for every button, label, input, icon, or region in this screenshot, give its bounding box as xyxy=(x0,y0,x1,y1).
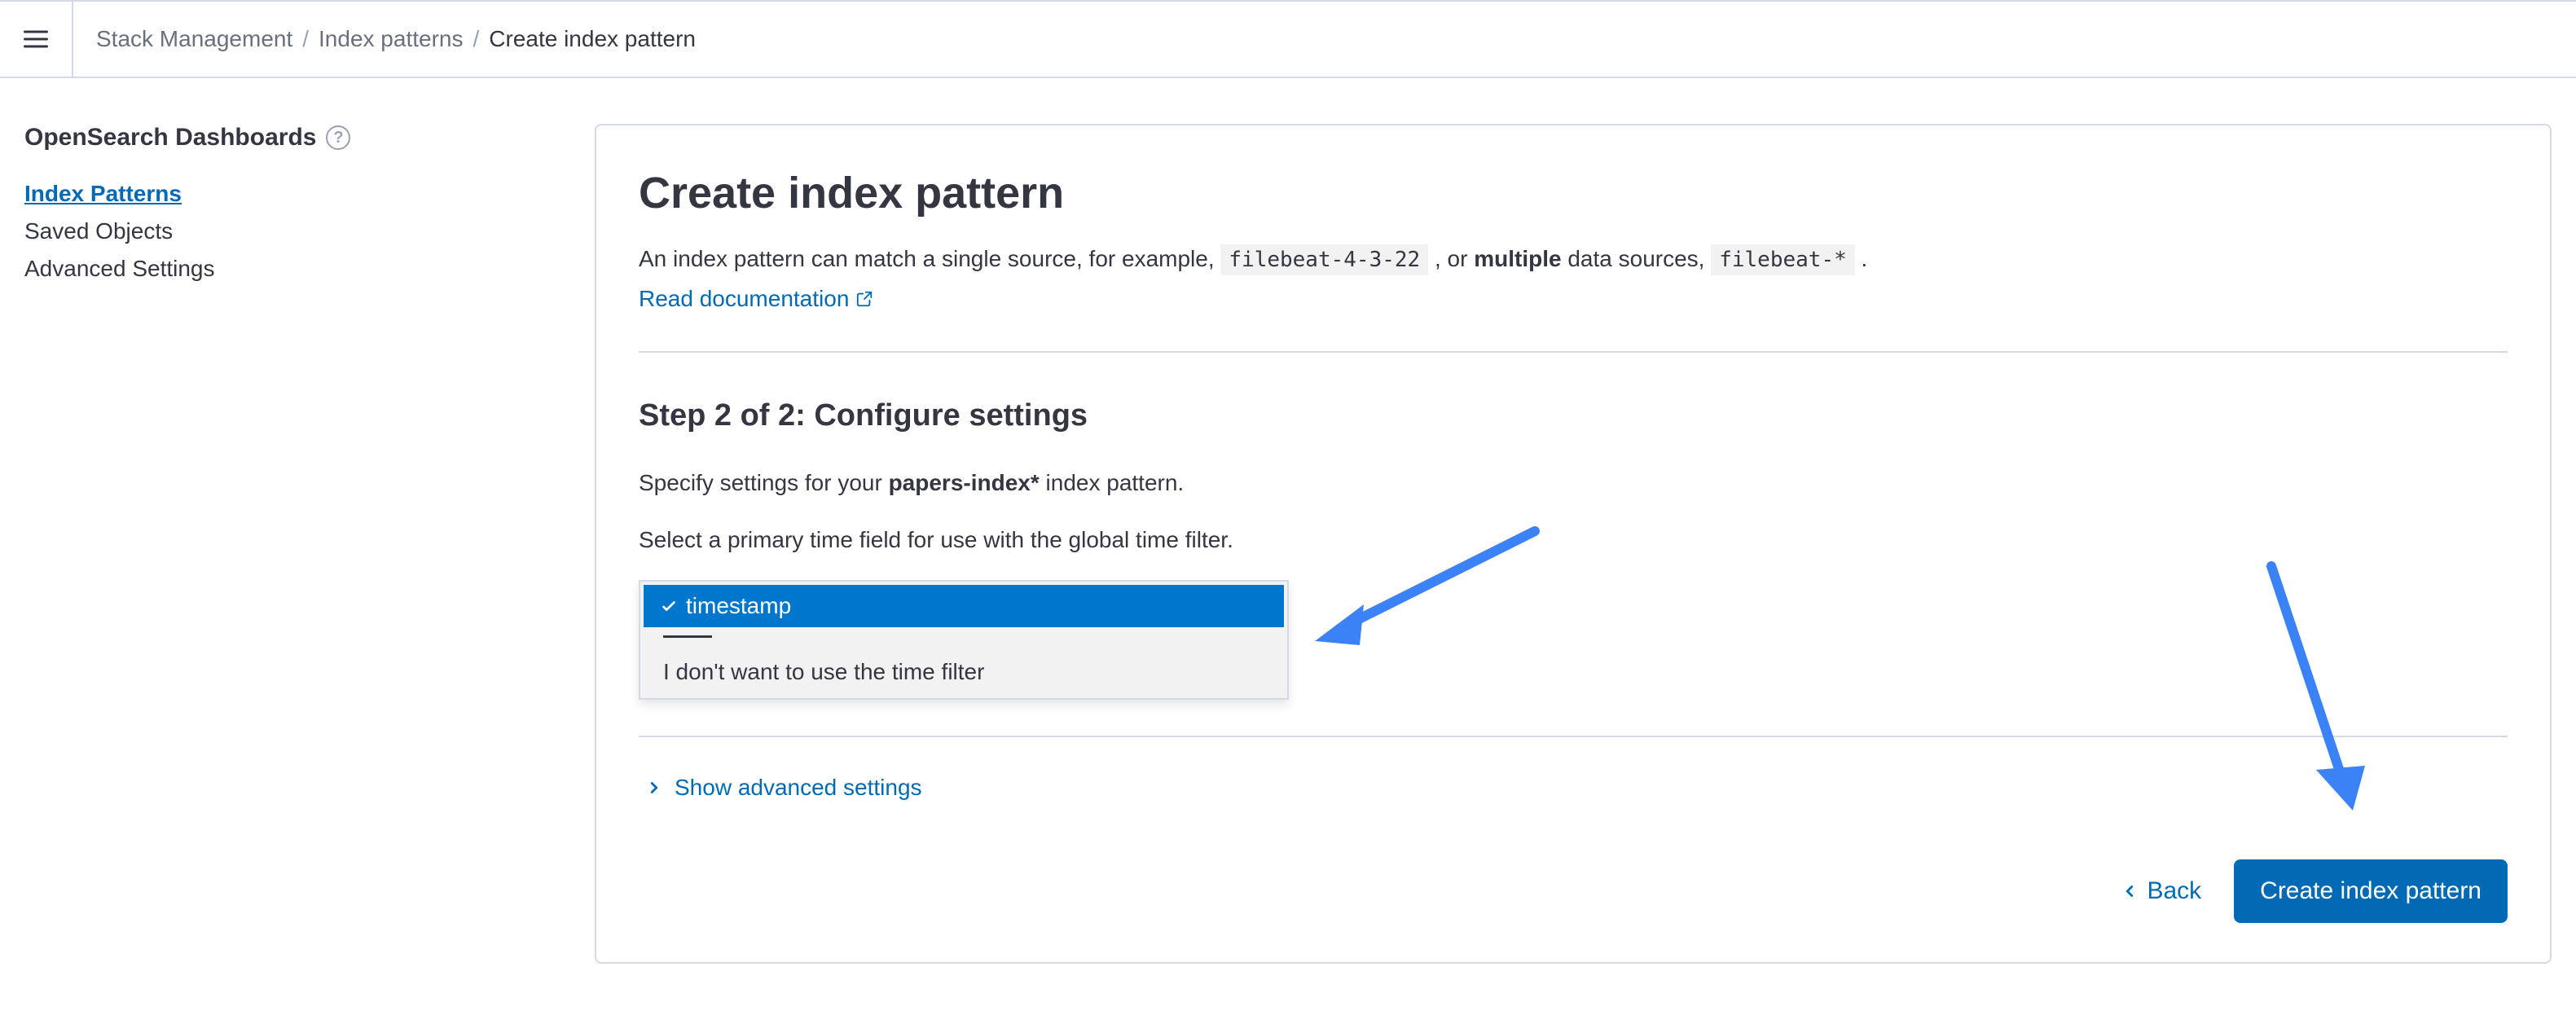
dropdown-option-timestamp[interactable]: timestamp xyxy=(644,585,1284,627)
text: Specify settings for your xyxy=(639,470,889,495)
advanced-toggle-label: Show advanced settings xyxy=(675,775,922,801)
desc-text: . xyxy=(1855,246,1868,271)
annotation-arrow-dropdown xyxy=(1299,523,1543,667)
breadcrumb-current: Create index pattern xyxy=(489,26,696,52)
back-button-label: Back xyxy=(2147,877,2201,905)
breadcrumb-separator: / xyxy=(473,26,479,52)
sidebar-item-index-patterns[interactable]: Index Patterns xyxy=(24,181,595,207)
dropdown-divider xyxy=(640,635,1287,638)
divider xyxy=(639,351,2508,353)
check-icon xyxy=(660,597,678,615)
menu-button[interactable] xyxy=(0,2,73,77)
breadcrumb-index-patterns[interactable]: Index patterns xyxy=(319,26,463,52)
divider xyxy=(639,736,2508,737)
read-documentation-link[interactable]: Read documentation xyxy=(639,286,873,312)
sidebar-item-saved-objects[interactable]: Saved Objects xyxy=(24,218,595,244)
specify-settings-text: Specify settings for your papers-index* … xyxy=(639,466,2508,500)
show-advanced-settings-toggle[interactable]: Show advanced settings xyxy=(645,775,922,801)
code-example-single: filebeat-4-3-22 xyxy=(1220,244,1428,275)
dropdown-option-no-time-filter[interactable]: I don't want to use the time filter xyxy=(640,646,1287,698)
breadcrumb: Stack Management / Index patterns / Crea… xyxy=(73,26,696,52)
annotation-arrow-create xyxy=(2247,558,2385,841)
page-body: OpenSearch Dashboards ? Index Patterns S… xyxy=(0,78,2576,964)
select-time-text: Select a primary time field for use with… xyxy=(639,523,2508,557)
sidebar: OpenSearch Dashboards ? Index Patterns S… xyxy=(24,124,595,964)
hamburger-icon xyxy=(21,24,51,54)
desc-text: An index pattern can match a single sour… xyxy=(639,246,1220,271)
chevron-right-icon xyxy=(645,779,663,797)
panel-description: An index pattern can match a single sour… xyxy=(639,241,2508,278)
desc-text: , or xyxy=(1428,246,1474,271)
external-link-icon xyxy=(855,290,873,308)
time-field-dropdown-wrap: timestamp I don't want to use the time f… xyxy=(639,580,1289,700)
create-index-pattern-button[interactable]: Create index pattern xyxy=(2234,859,2508,923)
time-field-dropdown[interactable]: timestamp I don't want to use the time f… xyxy=(639,580,1289,700)
step-title: Step 2 of 2: Configure settings xyxy=(639,398,2508,433)
breadcrumb-separator: / xyxy=(302,26,309,52)
doc-link-label: Read documentation xyxy=(639,286,849,312)
pattern-name: papers-index* xyxy=(889,470,1040,495)
desc-text: data sources, xyxy=(1562,246,1712,271)
help-icon[interactable]: ? xyxy=(326,125,350,150)
main-panel: Create index pattern An index pattern ca… xyxy=(595,124,2552,964)
chevron-left-icon xyxy=(2121,882,2139,900)
desc-bold: multiple xyxy=(1474,246,1561,271)
breadcrumb-stack-management[interactable]: Stack Management xyxy=(96,26,292,52)
sidebar-title-row: OpenSearch Dashboards ? xyxy=(24,124,595,152)
sidebar-item-advanced-settings[interactable]: Advanced Settings xyxy=(24,256,595,282)
back-button[interactable]: Back xyxy=(2121,877,2201,905)
sidebar-title: OpenSearch Dashboards xyxy=(24,124,316,152)
page-title: Create index pattern xyxy=(639,168,2508,218)
dropdown-option-label: timestamp xyxy=(686,593,791,619)
text: index pattern. xyxy=(1040,470,1184,495)
top-bar: Stack Management / Index patterns / Crea… xyxy=(0,0,2576,78)
code-example-wildcard: filebeat-* xyxy=(1711,244,1855,275)
footer-buttons: Back Create index pattern xyxy=(639,859,2508,923)
